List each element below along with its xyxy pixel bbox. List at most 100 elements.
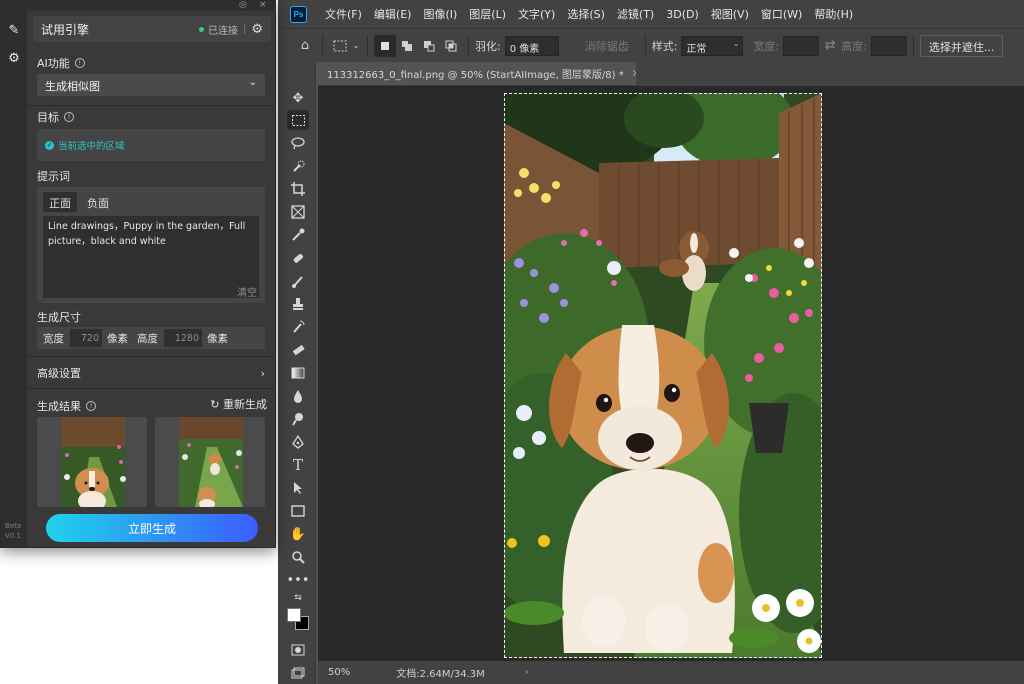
canvas-area[interactable] (318, 86, 1024, 661)
width-input (783, 35, 820, 56)
tab-negative[interactable]: 负面 (81, 192, 115, 212)
generate-button[interactable]: 立即生成 (46, 514, 258, 542)
ai-function-select[interactable]: 生成相似图 ⌄ (37, 74, 265, 96)
dodge-tool-icon[interactable] (287, 409, 309, 429)
frame-tool-icon[interactable] (287, 202, 309, 222)
options-divider (367, 34, 368, 57)
menu-filter[interactable]: 滤镜(T) (617, 6, 654, 22)
tab-bar-empty (636, 62, 1024, 86)
screen-mode-icon[interactable] (287, 663, 309, 683)
more-tools-icon[interactable]: ••• (287, 570, 310, 590)
regenerate-button[interactable]: ↻ 重新生成 (210, 396, 267, 412)
quick-select-tool-icon[interactable] (287, 156, 309, 176)
blur-tool-icon[interactable] (287, 386, 309, 406)
foreground-color-swatch[interactable] (287, 608, 301, 622)
collapse-icon[interactable]: ◎ (239, 1, 247, 10)
chevron-right-icon: › (260, 366, 265, 380)
style-value: 正常 (686, 43, 707, 55)
crop-tool-icon[interactable] (287, 179, 309, 199)
zoom-level[interactable]: 50% (328, 667, 350, 678)
move-tool-icon[interactable]: ✥ (287, 88, 309, 108)
menu-layer[interactable]: 图层(L) (469, 6, 506, 22)
ai-function-value: 生成相似图 (45, 80, 100, 93)
subtract-selection-icon[interactable] (418, 35, 440, 57)
eyedropper-tool-icon[interactable] (287, 225, 309, 245)
lasso-tool-icon[interactable] (287, 133, 309, 153)
intersect-selection-icon[interactable] (440, 35, 462, 57)
height-input (870, 35, 907, 56)
size-label: 生成尺寸 (37, 311, 81, 324)
info-icon[interactable]: ! (64, 112, 74, 122)
options-divider (912, 34, 914, 57)
menu-select[interactable]: 选择(S) (567, 6, 605, 22)
height-unit: 像素 (207, 332, 228, 345)
document-size[interactable]: 文档:2.64M/34.3M (396, 665, 485, 680)
document-tab[interactable]: 113312663_0_final.png @ 50% (StartAIImag… (318, 62, 640, 86)
chevron-down-icon[interactable]: ⌄ (351, 35, 361, 57)
version-label: Beta V0.1 (5, 521, 21, 541)
options-bar: ⌂ ⌄ 羽化: 0 像素 消除锯齿 样式: 正常 ⌄ 宽度: ⇄ 高度: 选择并… (278, 28, 1024, 62)
pen-tool-icon[interactable] (287, 432, 309, 452)
gradient-tool-icon[interactable] (287, 363, 309, 383)
type-tool-icon[interactable]: T (287, 455, 309, 475)
result-thumbnail-1[interactable] (37, 417, 147, 507)
brush-tool-icon[interactable] (287, 271, 309, 291)
document-image[interactable] (504, 93, 822, 658)
chevron-right-icon[interactable]: › (525, 667, 529, 678)
engine-selector[interactable]: 试用引擎 已连接 | ⚙ (33, 16, 271, 42)
menu-view[interactable]: 视图(V) (711, 6, 749, 22)
prompt-textarea[interactable]: Line drawings，Puppy in the garden，Full p… (43, 216, 259, 298)
eraser-tool-icon[interactable] (287, 340, 309, 360)
rectangle-tool-icon[interactable] (287, 501, 309, 521)
history-brush-tool-icon[interactable] (287, 317, 309, 337)
ai-function-label-text: AI功能 (37, 57, 70, 70)
new-selection-icon[interactable] (374, 34, 396, 57)
connected-status-dot (198, 26, 204, 32)
swap-colors-icon[interactable]: ⇆ (287, 592, 309, 604)
style-select[interactable]: 正常 ⌄ (681, 35, 744, 56)
status-bar: 50% 文档:2.64M/34.3M › (318, 661, 1024, 684)
clear-button[interactable]: 清空 (237, 284, 257, 299)
engine-name: 试用引擎 (41, 22, 90, 37)
pencil-icon[interactable]: ✎ (5, 21, 23, 39)
photoshop-logo: Ps (290, 5, 307, 23)
marquee-preset-icon[interactable] (329, 35, 351, 57)
hand-tool-icon[interactable]: ✋ (287, 524, 309, 544)
menu-window[interactable]: 窗口(W) (761, 6, 802, 22)
advanced-settings-row[interactable]: 高级设置 › (37, 363, 265, 383)
zoom-tool-icon[interactable] (287, 547, 309, 567)
menu-image[interactable]: 图像(I) (423, 6, 457, 22)
menu-file[interactable]: 文件(F) (325, 6, 362, 22)
marquee-tool-icon[interactable] (287, 110, 309, 130)
regenerate-label: 重新生成 (223, 398, 267, 411)
home-icon[interactable]: ⌂ (294, 35, 316, 57)
path-select-tool-icon[interactable] (287, 478, 309, 498)
menu-3d[interactable]: 3D(D) (666, 8, 699, 21)
stamp-tool-icon[interactable] (287, 294, 309, 314)
info-icon[interactable]: ! (86, 401, 96, 411)
menu-help[interactable]: 帮助(H) (814, 6, 853, 22)
close-icon[interactable]: × (259, 1, 267, 10)
menu-bar: Ps 文件(F) 编辑(E) 图像(I) 图层(L) 文字(Y) 选择(S) 滤… (278, 0, 1024, 28)
info-icon[interactable]: ! (74, 58, 85, 68)
antialias-checkbox[interactable]: 消除锯齿 (585, 38, 629, 54)
color-swatches[interactable] (287, 608, 311, 632)
photoshop-window: Ps 文件(F) 编辑(E) 图像(I) 图层(L) 文字(Y) 选择(S) 滤… (278, 0, 1024, 684)
result-thumbnail-2[interactable] (155, 417, 265, 507)
results-label-text: 生成结果 (37, 400, 81, 413)
menu-type[interactable]: 文字(Y) (518, 6, 555, 22)
width-input[interactable]: 720 (70, 329, 102, 347)
quick-mask-icon[interactable] (287, 640, 309, 660)
feather-input[interactable]: 0 像素 (504, 35, 559, 56)
menu-edit[interactable]: 编辑(E) (374, 6, 412, 22)
plugin-settings-icon[interactable]: ⚙ (251, 22, 263, 37)
target-field[interactable]: ✓ 当前选中的区域 (37, 129, 265, 161)
tab-positive[interactable]: 正面 (43, 192, 77, 212)
height-input[interactable]: 1280 (164, 329, 202, 347)
gear-icon[interactable]: ⚙ (5, 49, 23, 67)
add-selection-icon[interactable] (396, 35, 418, 57)
options-divider (644, 34, 646, 57)
section-divider (27, 388, 275, 389)
healing-brush-tool-icon[interactable] (287, 248, 309, 268)
select-and-mask-button[interactable]: 选择并遮住... (919, 34, 1004, 57)
